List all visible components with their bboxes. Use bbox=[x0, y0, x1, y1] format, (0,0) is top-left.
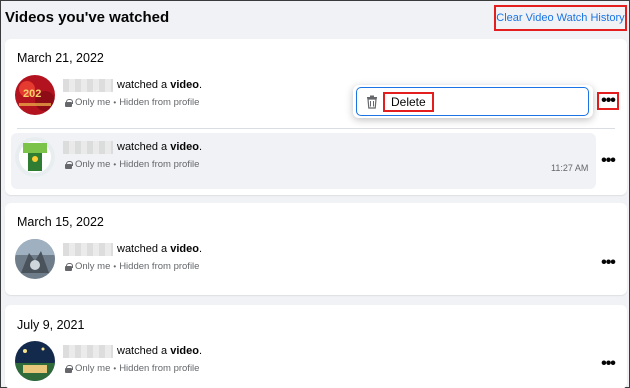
lock-icon bbox=[65, 262, 73, 271]
entry-description: watched a video. bbox=[117, 141, 202, 153]
list-item[interactable]: watched a video. Only me • Hidden from p… bbox=[11, 133, 596, 189]
video-thumbnail-avatar[interactable] bbox=[15, 239, 55, 279]
date-group-card: March 15, 2022 watched a video. Only me … bbox=[5, 203, 627, 295]
ellipsis-icon: ••• bbox=[601, 152, 616, 169]
date-heading: March 21, 2022 bbox=[17, 51, 104, 65]
entry-meta: Only me • Hidden from profile bbox=[65, 261, 199, 272]
list-item[interactable]: watched a video. Only me • Hidden from p… bbox=[11, 235, 596, 291]
blurred-user-name bbox=[63, 243, 113, 256]
entry-meta: Only me • Hidden from profile bbox=[65, 363, 199, 374]
blurred-user-name bbox=[63, 79, 113, 92]
more-options-button[interactable]: ••• bbox=[597, 254, 619, 272]
more-options-button[interactable]: ••• bbox=[597, 152, 619, 170]
blurred-user-name bbox=[63, 345, 113, 358]
video-thumbnail-avatar[interactable] bbox=[15, 137, 55, 177]
clear-watch-history-button[interactable]: Clear Video Watch History bbox=[494, 5, 627, 31]
ellipsis-icon: ••• bbox=[601, 254, 616, 271]
lock-icon bbox=[65, 98, 73, 107]
lock-icon bbox=[65, 160, 73, 169]
more-options-button[interactable]: ••• bbox=[597, 355, 619, 373]
more-options-button[interactable]: ••• bbox=[597, 92, 619, 110]
date-heading: March 15, 2022 bbox=[17, 215, 104, 229]
date-group-card: July 9, 2021 watched a video. Only me • … bbox=[5, 305, 627, 388]
divider bbox=[17, 128, 615, 129]
entry-description: watched a video. bbox=[117, 79, 202, 91]
entry-meta: Only me • Hidden from profile bbox=[65, 97, 199, 108]
delete-label: Delete bbox=[383, 91, 434, 112]
delete-menu-item[interactable]: Delete bbox=[356, 87, 589, 116]
lock-icon bbox=[65, 364, 73, 373]
date-heading: July 9, 2021 bbox=[17, 318, 85, 332]
ellipsis-icon: ••• bbox=[601, 92, 616, 109]
entry-options-menu: Delete bbox=[353, 85, 593, 118]
page-header: Videos you've watched Clear Video Watch … bbox=[1, 1, 629, 37]
ellipsis-icon: ••• bbox=[601, 355, 616, 372]
trash-icon bbox=[367, 95, 377, 109]
entry-description: watched a video. bbox=[117, 345, 202, 357]
video-thumbnail-avatar[interactable] bbox=[15, 341, 55, 381]
entry-meta: Only me • Hidden from profile bbox=[65, 159, 199, 170]
page-title: Videos you've watched bbox=[5, 9, 170, 26]
entry-description: watched a video. bbox=[117, 243, 202, 255]
svg-text:202: 202 bbox=[23, 88, 41, 100]
entry-timestamp: 11:27 AM bbox=[551, 163, 589, 173]
list-item[interactable]: watched a video. Only me • Hidden from p… bbox=[11, 337, 596, 388]
blurred-user-name bbox=[63, 141, 113, 154]
video-thumbnail-avatar[interactable]: 202 bbox=[15, 75, 55, 115]
